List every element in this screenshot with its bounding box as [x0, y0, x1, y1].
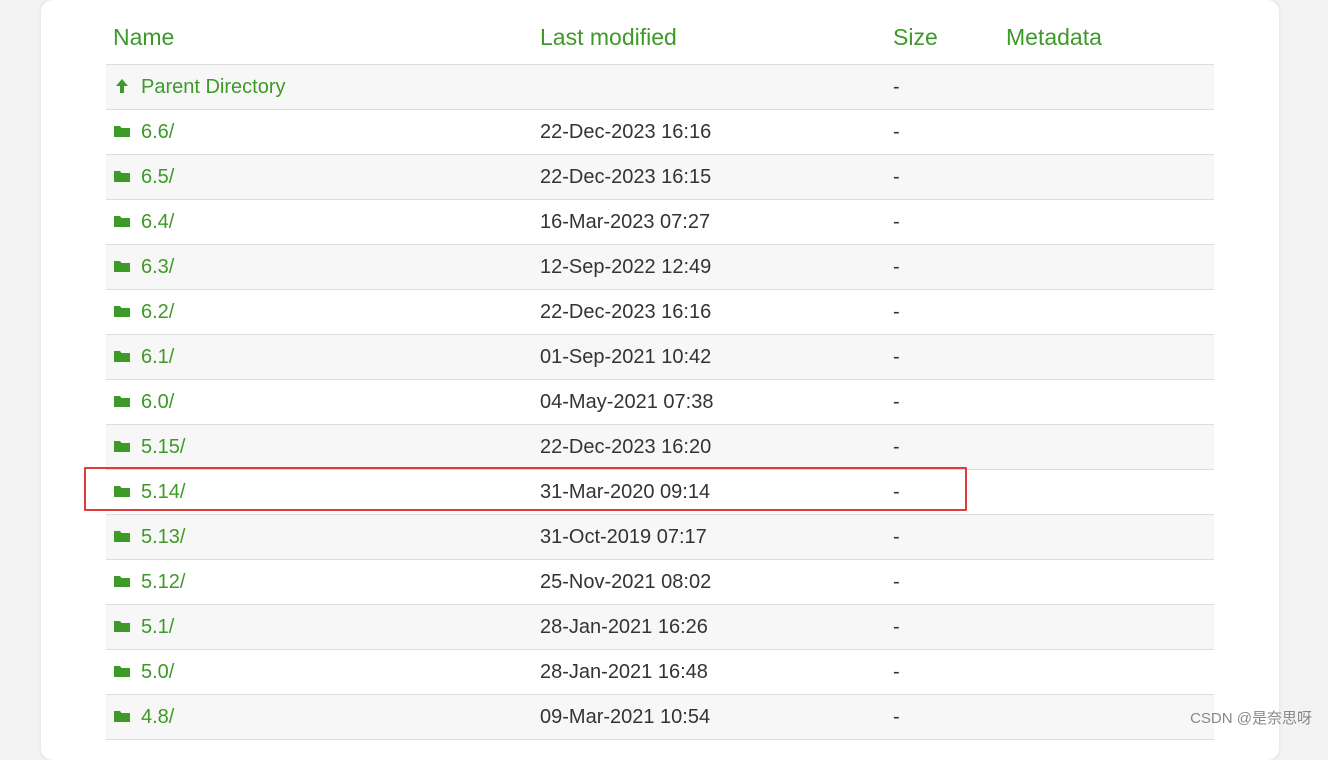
entry-name-link[interactable]: 5.14/ — [141, 481, 185, 503]
entry-date: 28-Jan-2021 16:26 — [540, 616, 708, 638]
entry-name-link[interactable]: 5.15/ — [141, 436, 185, 458]
folder-icon — [114, 303, 130, 319]
folder-icon — [114, 393, 130, 409]
entry-date: 01-Sep-2021 10:42 — [540, 346, 712, 368]
folder-icon — [114, 708, 130, 724]
entry-name-link[interactable]: 6.1/ — [141, 346, 174, 368]
table-row: 6.0/04-May-2021 07:38 - — [106, 380, 1214, 425]
entry-size: - — [893, 301, 900, 323]
folder-icon — [114, 663, 130, 679]
table-row: 6.6/22-Dec-2023 16:16 - — [106, 110, 1214, 155]
entry-name-link[interactable]: 6.0/ — [141, 391, 174, 413]
table-row: 6.5/22-Dec-2023 16:15 - — [106, 155, 1214, 200]
entry-size: - — [893, 166, 900, 188]
folder-icon — [114, 258, 130, 274]
folder-icon — [114, 618, 130, 634]
entry-name-link[interactable]: 6.4/ — [141, 211, 174, 233]
entry-date: 22-Dec-2023 16:16 — [540, 301, 712, 323]
entry-name-link[interactable]: 6.3/ — [141, 256, 174, 278]
table-header: Name Last modified Size Metadata — [106, 0, 1214, 65]
entry-size: - — [893, 706, 900, 728]
table-row: 6.3/12-Sep-2022 12:49 - — [106, 245, 1214, 290]
table-row: Parent Directory - — [106, 65, 1214, 110]
folder-icon — [114, 528, 130, 544]
entry-size: - — [893, 481, 900, 503]
entry-date: 12-Sep-2022 12:49 — [540, 256, 712, 278]
entry-date: 22-Dec-2023 16:15 — [540, 166, 712, 188]
arrow-up-icon — [114, 78, 130, 94]
header-metadata-link[interactable]: Metadata — [1006, 24, 1102, 51]
entry-name-link[interactable]: Parent Directory — [141, 76, 286, 98]
entry-size: - — [893, 661, 900, 683]
table-row: 5.0/28-Jan-2021 16:48 - — [106, 650, 1214, 695]
entry-name-link[interactable]: 5.0/ — [141, 661, 174, 683]
table-row: 5.15/22-Dec-2023 16:20 - — [106, 425, 1214, 470]
entry-date: 28-Jan-2021 16:48 — [540, 661, 708, 683]
entry-name-link[interactable]: 5.13/ — [141, 526, 185, 548]
entry-date: 31-Mar-2020 09:14 — [540, 481, 711, 503]
entry-size: - — [893, 616, 900, 638]
entry-name-link[interactable]: 6.5/ — [141, 166, 174, 188]
entry-size: - — [893, 571, 900, 593]
folder-icon — [114, 348, 130, 364]
folder-icon — [114, 573, 130, 589]
folder-icon — [114, 438, 130, 454]
table-row: 5.12/25-Nov-2021 08:02 - — [106, 560, 1214, 605]
folder-icon — [114, 168, 130, 184]
entry-name-link[interactable]: 5.12/ — [141, 571, 185, 593]
entry-date: 16-Mar-2023 07:27 — [540, 211, 711, 233]
entry-date: 22-Dec-2023 16:20 — [540, 436, 712, 458]
entry-size: - — [893, 256, 900, 278]
table-row: 6.2/22-Dec-2023 16:16 - — [106, 290, 1214, 335]
folder-icon — [114, 123, 130, 139]
table-row: 4.8/09-Mar-2021 10:54 - — [106, 695, 1214, 740]
header-last-modified-link[interactable]: Last modified — [540, 24, 677, 51]
entry-name-link[interactable]: 6.2/ — [141, 301, 174, 323]
header-name-link[interactable]: Name — [113, 24, 174, 51]
entry-size: - — [893, 76, 900, 98]
entry-size: - — [893, 211, 900, 233]
folder-icon — [114, 483, 130, 499]
entry-size: - — [893, 436, 900, 458]
entry-size: - — [893, 526, 900, 548]
directory-listing: Name Last modified Size Metadata Parent … — [106, 0, 1214, 740]
entry-date: 09-Mar-2021 10:54 — [540, 706, 711, 728]
table-row: 5.14/31-Mar-2020 09:14 - — [106, 470, 1214, 515]
table-body: Parent Directory -6.6/22-Dec-2023 16:16-6… — [106, 65, 1214, 740]
entry-size: - — [893, 391, 900, 413]
entry-date: 31-Oct-2019 07:17 — [540, 526, 707, 548]
entry-name-link[interactable]: 5.1/ — [141, 616, 174, 638]
entry-name-link[interactable]: 4.8/ — [141, 706, 174, 728]
entry-date: 22-Dec-2023 16:16 — [540, 121, 712, 143]
table-row: 5.13/31-Oct-2019 07:17 - — [106, 515, 1214, 560]
folder-icon — [114, 213, 130, 229]
entry-size: - — [893, 121, 900, 143]
watermark: CSDN @是奈思呀 — [1190, 710, 1312, 727]
entry-name-link[interactable]: 6.6/ — [141, 121, 174, 143]
table-row: 6.1/01-Sep-2021 10:42 - — [106, 335, 1214, 380]
table-row: 5.1/28-Jan-2021 16:26 - — [106, 605, 1214, 650]
entry-size: - — [893, 346, 900, 368]
entry-date: 04-May-2021 07:38 — [540, 391, 714, 413]
header-size-link[interactable]: Size — [893, 24, 938, 51]
entry-date: 25-Nov-2021 08:02 — [540, 571, 712, 593]
table-row: 6.4/16-Mar-2023 07:27 - — [106, 200, 1214, 245]
